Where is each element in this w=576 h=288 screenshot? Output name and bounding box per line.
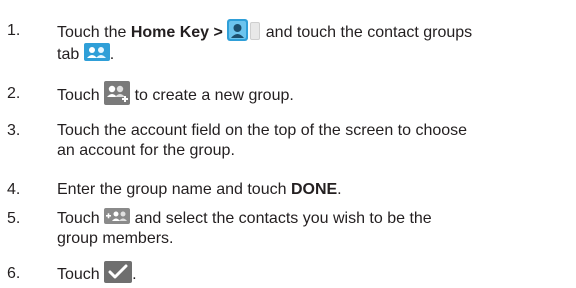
step-number: 6.: [7, 265, 21, 282]
step-text: Touch the Home Key > and touch the conta…: [57, 18, 569, 65]
step-text: Touch the account field on the top of th…: [57, 122, 468, 159]
step-number: 1.: [7, 22, 21, 39]
checkmark-icon: [104, 261, 133, 283]
step-text: Touch and select the contacts you wish t…: [57, 207, 569, 249]
add-group-icon: [104, 81, 131, 105]
step-number: 4.: [7, 181, 21, 198]
step-text: Touch to create a new group.: [57, 81, 569, 108]
step-number: 2.: [7, 85, 21, 102]
home-key-label: Home Key >: [130, 24, 223, 42]
contacts-app-icon: [227, 18, 261, 42]
instruction-list: 1. Touch the Home Key > and touch the co…: [0, 0, 576, 288]
step-number: 3.: [7, 122, 21, 139]
step-text: Enter the group name and touch DONE.: [57, 181, 342, 198]
step-number: 5.: [7, 210, 21, 227]
done-label: DONE: [290, 181, 338, 198]
add-members-icon: [104, 207, 131, 224]
step-text: Touch .: [57, 261, 569, 286]
groups-tab-icon: [83, 42, 110, 61]
